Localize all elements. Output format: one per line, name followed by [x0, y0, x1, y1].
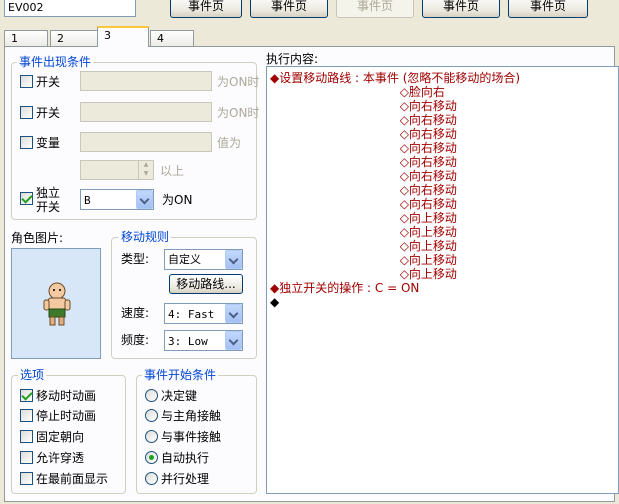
type-select[interactable]: 自定义: [164, 249, 243, 270]
speed-select[interactable]: 4: Fast: [164, 303, 243, 324]
option-checkbox-always-on-top[interactable]: [20, 472, 33, 485]
trigger-label: 与主角接触: [161, 409, 222, 423]
move-route-button[interactable]: 移动路线...: [169, 274, 243, 294]
frequency-select[interactable]: 3: Low: [164, 330, 243, 351]
variable-checkbox[interactable]: [20, 136, 33, 149]
command-line[interactable]: ◇向上移动: [270, 211, 457, 225]
trigger-label: 自动执行: [161, 451, 210, 465]
chevron-down-icon[interactable]: [225, 304, 242, 323]
event-name-field[interactable]: EV002: [4, 0, 136, 17]
command-line[interactable]: ◆设置移动路线 : 本事件 (忽略不能移动的场合): [270, 71, 520, 85]
event-page-button-4[interactable]: 事件页: [422, 0, 500, 18]
variable-select: [80, 132, 212, 152]
self-switch-checkbox[interactable]: [20, 192, 33, 205]
variable-value-spinner: ▲ ▼: [80, 160, 154, 180]
option-label: 在最前面显示: [36, 472, 109, 486]
variable-value-suffix: 以上: [160, 164, 185, 178]
command-line[interactable]: ◇向上移动: [270, 225, 457, 239]
event-page-button-3: 事件页: [336, 0, 414, 18]
switch1-suffix: 为ON时: [217, 75, 260, 89]
command-line[interactable]: ◇向右移动: [270, 113, 457, 127]
self-switch-label-2: 开关: [36, 200, 61, 214]
self-switch-select[interactable]: B: [80, 189, 154, 210]
switch2-checkbox[interactable]: [20, 106, 33, 119]
variable-suffix: 值为: [217, 136, 242, 150]
trigger-label: 与事件接触: [161, 430, 222, 444]
command-line[interactable]: ◇向右移动: [270, 127, 457, 141]
movement-title: 移动规则: [119, 230, 172, 244]
command-line[interactable]: ◆: [270, 295, 279, 309]
option-checkbox-walk-anim[interactable]: [20, 389, 33, 402]
option-checkbox-through[interactable]: [20, 451, 33, 464]
event-page-button-5[interactable]: 事件页: [508, 0, 588, 18]
trigger-radio-player-touch[interactable]: [145, 409, 158, 422]
graphic-label: 角色图片:: [11, 231, 64, 245]
self-switch-value: B: [84, 194, 91, 207]
chevron-down-icon[interactable]: [136, 190, 153, 209]
command-line[interactable]: ◇脸向右: [270, 85, 445, 99]
switch2-select: [80, 102, 212, 122]
command-line[interactable]: ◇向上移动: [270, 253, 457, 267]
trigger-label: 并行处理: [161, 472, 210, 486]
switch2-suffix: 为ON时: [217, 106, 260, 120]
tab-1[interactable]: 1: [4, 30, 48, 46]
type-value: 自定义: [168, 253, 201, 266]
trigger-radio-event-touch[interactable]: [145, 430, 158, 443]
speed-value: 4: Fast: [168, 308, 215, 321]
trigger-radio-action-button[interactable]: [145, 389, 158, 402]
chevron-down-icon[interactable]: [225, 250, 242, 269]
option-label: 停止时动画: [36, 409, 97, 423]
options-title: 选项: [18, 368, 47, 382]
command-line[interactable]: ◇向右移动: [270, 197, 457, 211]
switch1-select: [80, 71, 212, 91]
character-sprite: [43, 282, 71, 326]
tab-4[interactable]: 4: [150, 30, 194, 46]
type-label: 类型:: [121, 252, 150, 266]
option-label: 允许穿透: [36, 451, 85, 465]
switch2-label: 开关: [36, 106, 61, 120]
switch1-checkbox[interactable]: [20, 75, 33, 88]
tab-2[interactable]: 2: [50, 30, 98, 46]
frequency-label: 频度:: [121, 333, 150, 347]
option-checkbox-step-anim[interactable]: [20, 409, 33, 422]
command-line[interactable]: ◆独立开关的操作 : C = ON: [270, 281, 419, 295]
trigger-radio-parallel[interactable]: [145, 472, 158, 485]
command-line[interactable]: ◇向右移动: [270, 141, 457, 155]
execution-list[interactable]: ◆设置移动路线 : 本事件 (忽略不能移动的场合) ◇脸向右 ◇向右移动 ◇向右…: [266, 66, 619, 494]
execution-label: 执行内容:: [266, 52, 319, 66]
command-line[interactable]: ◇向右移动: [270, 169, 457, 183]
chevron-down-icon[interactable]: [225, 331, 242, 350]
command-line[interactable]: ◇向上移动: [270, 239, 457, 253]
character-graphic[interactable]: [11, 248, 101, 359]
trigger-label: 决定键: [161, 389, 198, 403]
option-checkbox-direction-fix[interactable]: [20, 430, 33, 443]
speed-label: 速度:: [121, 306, 150, 320]
trigger-radio-autorun[interactable]: [145, 451, 158, 464]
trigger-title: 事件开始条件: [142, 368, 219, 382]
option-label: 移动时动画: [36, 389, 97, 403]
switch1-label: 开关: [36, 75, 61, 89]
frequency-value: 3: Low: [168, 335, 208, 348]
command-line[interactable]: ◇向右移动: [270, 99, 457, 113]
conditions-title: 事件出现条件: [17, 55, 94, 69]
self-switch-suffix: 为ON: [162, 193, 193, 207]
event-page-button-1[interactable]: 事件页: [170, 0, 242, 18]
variable-label: 变量: [36, 136, 61, 150]
command-line[interactable]: ◇向右移动: [270, 183, 457, 197]
spinner-arrows: ▲ ▼: [138, 161, 153, 179]
command-line[interactable]: ◇向上移动: [270, 267, 457, 281]
event-page-button-2[interactable]: 事件页: [250, 0, 328, 18]
self-switch-label-1: 独立: [36, 186, 61, 200]
option-label: 固定朝向: [36, 430, 85, 444]
tab-3[interactable]: 3: [97, 26, 149, 47]
command-line[interactable]: ◇向右移动: [270, 155, 457, 169]
